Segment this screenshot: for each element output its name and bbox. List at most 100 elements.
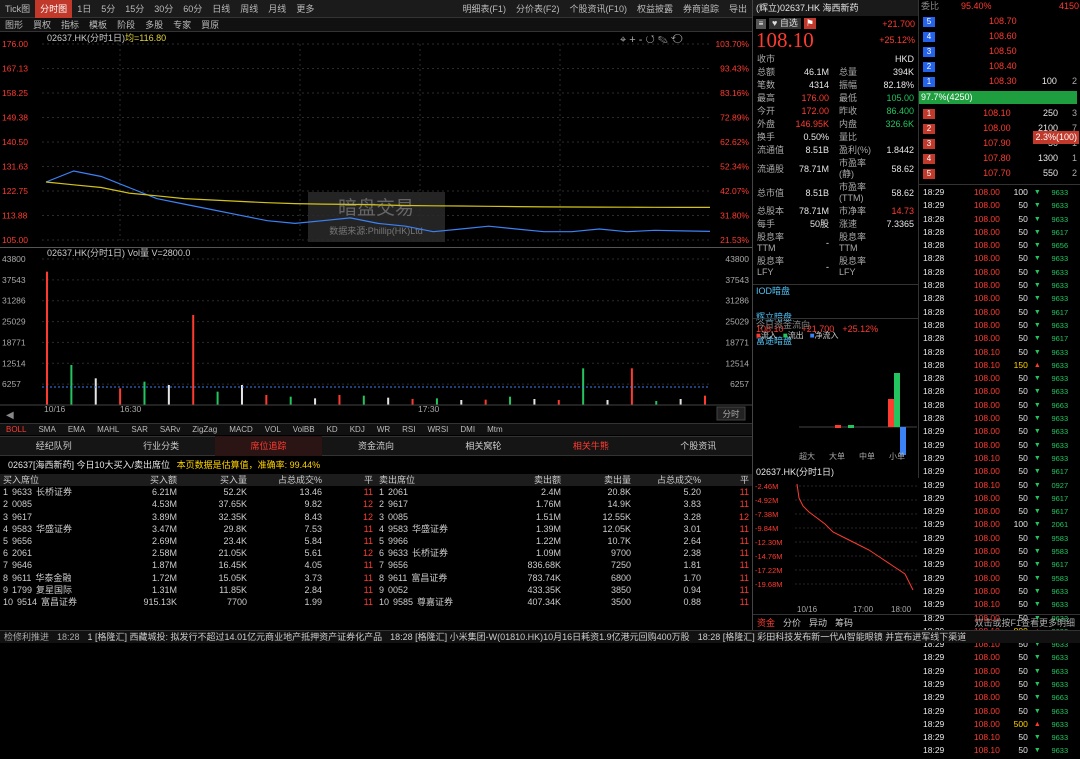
tab-weekly[interactable]: 周线	[235, 0, 263, 18]
more-details-hint[interactable]: 双击或按F1查看更多明细	[968, 615, 1080, 631]
buy-seat-row[interactable]: 5 9656 2.69M 23.4K 5.84 11	[0, 535, 376, 547]
buy-seat-row[interactable]: 1 9633 长桥证券 6.21M 52.2K 13.46 11	[0, 486, 376, 498]
tab-tick[interactable]: Tick图	[0, 0, 35, 18]
trade-tick-row: 18:29 108.00 50 ▼ 9633	[921, 200, 1079, 211]
menu-template[interactable]: 模板	[84, 18, 112, 32]
chart-tools-icon[interactable]: ⌖ + - ↺ ✎ ⟲	[620, 33, 683, 46]
sell-seat-row[interactable]: 3 0085 1.51M 12.55K 3.28 12	[376, 511, 752, 523]
tab-abnormal[interactable]: 异动	[805, 615, 831, 631]
flow-bar-small-out	[894, 373, 900, 427]
bid-level-row[interactable]: 4 107.80 1300 1	[921, 152, 1079, 165]
stock-info-button[interactable]: 个股资讯(F10)	[564, 0, 632, 18]
ind-mtm[interactable]: Mtm	[481, 424, 509, 436]
buy-seat-row[interactable]: 10 9514 富昌证券 915.13K 7700 1.99 11	[0, 596, 376, 608]
ind-kd[interactable]: KD	[321, 424, 344, 436]
sell-seat-row[interactable]: 10 9585 尊嘉证券 407.34K 3500 0.88 11	[376, 596, 752, 608]
ind-sarv[interactable]: SARv	[154, 424, 186, 436]
ticker-news-2[interactable]: 18:28 [格隆汇] 小米集团-W(01810.HK)10月16日耗资1.9亿…	[386, 631, 694, 644]
detail-table-button[interactable]: 明细表(F1)	[457, 0, 511, 18]
ind-boll[interactable]: BOLL	[0, 424, 32, 436]
tab-warrants[interactable]: 相关窝轮	[430, 436, 537, 456]
export-button[interactable]: 导出	[724, 0, 752, 18]
tab-60m[interactable]: 60分	[178, 0, 207, 18]
ticker-news-3[interactable]: 18:28 [格隆汇] 彩田科技发布新一代AI智能眼镜 并宣布进军线下渠道	[694, 631, 971, 644]
ind-rsi[interactable]: RSI	[396, 424, 421, 436]
tab-chips[interactable]: 筹码	[831, 615, 857, 631]
sell-seat-row[interactable]: 4 9583 华盛证券 1.39M 12.05K 3.01 11	[376, 523, 752, 535]
ind-vol[interactable]: VOL	[259, 424, 287, 436]
sell-seat-row[interactable]: 5 9966 1.22M 10.7K 2.64 11	[376, 535, 752, 547]
tab-30m[interactable]: 30分	[149, 0, 178, 18]
tab-intraday[interactable]: 分时图	[35, 0, 73, 18]
ask-level-row[interactable]: 4 108.60	[921, 30, 1079, 43]
equity-disclosure-button[interactable]: 权益披露	[632, 0, 678, 18]
tab-more[interactable]: 更多	[291, 0, 319, 18]
iod-dark-pool-label[interactable]: IOD暗盘	[756, 285, 790, 297]
tab-5m[interactable]: 5分	[96, 0, 120, 18]
menu-icon[interactable]: ≡	[756, 18, 766, 29]
menu-stage[interactable]: 阶段	[112, 18, 140, 32]
buy-seat-row[interactable]: 8 9611 华泰金融 1.72M 15.05K 3.73 11	[0, 572, 376, 584]
tick-time: 18:28	[923, 226, 945, 237]
ind-dmi[interactable]: DMI	[454, 424, 481, 436]
tab-seat-tracking[interactable]: 席位追踪	[214, 436, 323, 456]
ask-level-badge: 3	[921, 45, 953, 58]
ind-kdj[interactable]: KDJ	[344, 424, 371, 436]
flow-y-tick: -17.22M	[755, 566, 783, 575]
buy-seat-row[interactable]: 4 9583 华盛证券 3.47M 29.8K 7.53 11	[0, 523, 376, 535]
sell-seat-row[interactable]: 7 9656 836.68K 7250 1.81 11	[376, 559, 752, 571]
bid-level-row[interactable]: 1 108.10 250 3	[921, 107, 1079, 120]
tab-price-dist[interactable]: 分价	[779, 615, 805, 631]
ind-ema[interactable]: EMA	[62, 424, 91, 436]
sell-seat-row[interactable]: 8 9611 富昌证券 783.74K 6800 1.70 11	[376, 572, 752, 584]
tab-monthly[interactable]: 月线	[263, 0, 291, 18]
price-chart[interactable]: 暗盘交易 数据来源:Phillip(HK)Ltd 02637.HK(分时1日) …	[0, 32, 752, 247]
price-table-button[interactable]: 分价表(F2)	[511, 0, 565, 18]
ind-wr[interactable]: WR	[371, 424, 396, 436]
sell-seat-row[interactable]: 1 2061 2.4M 20.8K 5.20 11	[376, 486, 752, 498]
ask-level-row[interactable]: 1 108.30 100 2	[921, 75, 1079, 88]
buy-seat-row[interactable]: 9 1799 复星国际 1.31M 11.85K 2.84 11	[0, 584, 376, 596]
tab-fund-flow[interactable]: 资金流向	[322, 436, 429, 456]
ind-macd[interactable]: MACD	[223, 424, 259, 436]
ind-mahl[interactable]: MAHL	[91, 424, 125, 436]
tab-industry[interactable]: 行业分类	[107, 436, 214, 456]
sell-seat-row[interactable]: 2 9617 1.76M 14.9K 3.83 11	[376, 498, 752, 510]
menu-option[interactable]: 買权	[28, 18, 56, 32]
scroll-left-icon[interactable]: ◀	[6, 410, 14, 421]
buy-seat-row[interactable]: 7 9646 1.87M 16.45K 4.05 11	[0, 559, 376, 571]
tab-1d[interactable]: 1日	[72, 0, 96, 18]
tick-broker: 9633	[1051, 214, 1069, 224]
ind-wrsi[interactable]: WRSI	[422, 424, 455, 436]
bid-level-row[interactable]: 5 107.70 550 2	[921, 167, 1079, 180]
tab-daily[interactable]: 日线	[207, 0, 235, 18]
tab-broker-queue[interactable]: 经纪队列	[0, 436, 107, 456]
menu-graph[interactable]: 图形	[0, 18, 28, 32]
ask-level-row[interactable]: 5 108.70	[921, 15, 1079, 28]
menu-expert[interactable]: 专家	[168, 18, 196, 32]
tick-time: 18:29	[923, 492, 945, 503]
buy-seat-row[interactable]: 6 2061 2.58M 21.05K 5.61 12	[0, 547, 376, 559]
buy-seat-row[interactable]: 2 0085 4.53M 37.65K 9.82 12	[0, 498, 376, 510]
sell-rank: 5	[379, 536, 385, 547]
ind-volbb[interactable]: VolBB	[287, 424, 321, 436]
tab-stock-news[interactable]: 个股资讯	[645, 436, 752, 456]
buy-seat-row[interactable]: 3 9617 3.89M 32.35K 8.43 12	[0, 511, 376, 523]
menu-multi[interactable]: 多股	[140, 18, 168, 32]
trade-tick-row: 18:29 108.00 100 ▼ 9633	[921, 187, 1079, 198]
menu-original[interactable]: 買原	[196, 18, 224, 32]
ind-sma[interactable]: SMA	[32, 424, 61, 436]
volume-chart[interactable]: 02637.HK(分时1日) Vol量 V=2800.0 10/16 16:30…	[0, 247, 752, 422]
broker-tracking-button[interactable]: 券商追踪	[678, 0, 724, 18]
menu-indicator[interactable]: 指标	[56, 18, 84, 32]
tab-cbbc[interactable]: 相关牛熊	[537, 436, 644, 456]
ind-zigzag[interactable]: ZigZag	[186, 424, 223, 436]
tab-fund[interactable]: 资金	[753, 615, 779, 631]
ask-level-row[interactable]: 3 108.50	[921, 45, 1079, 58]
tab-15m[interactable]: 15分	[120, 0, 149, 18]
ind-sar[interactable]: SAR	[125, 424, 153, 436]
sell-seat-row[interactable]: 9 0052 433.35K 3850 0.94 11	[376, 584, 752, 596]
sell-seat-row[interactable]: 6 9633 长桥证券 1.09M 9700 2.38 11	[376, 547, 752, 559]
ask-level-row[interactable]: 2 108.40	[921, 60, 1079, 73]
ticker-news-1[interactable]: 1 [格隆汇] 西藏城投: 拟发行不超过14.01亿元商业地产抵押资产证券化产品	[84, 631, 387, 644]
